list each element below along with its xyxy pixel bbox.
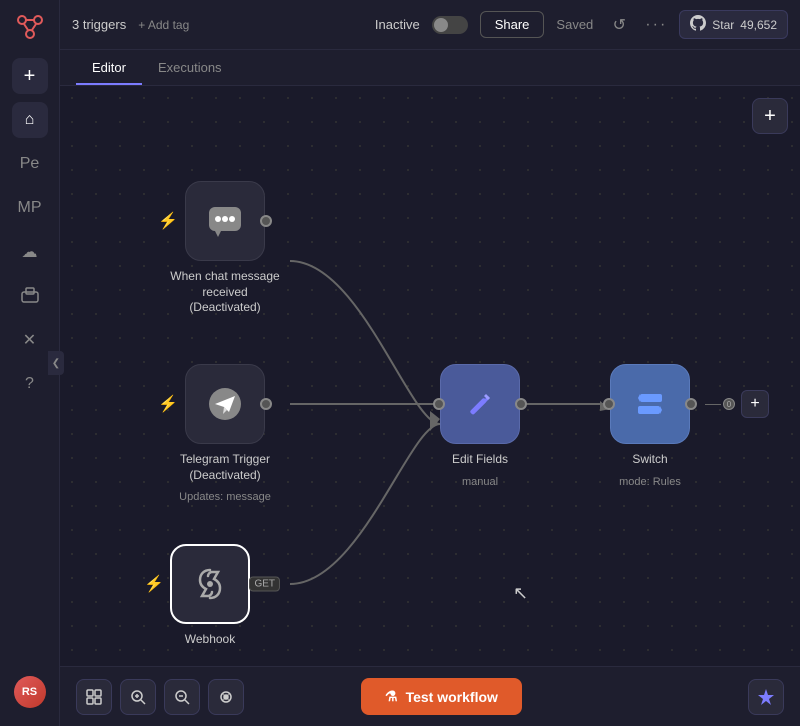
switch-left-connector[interactable] — [603, 398, 615, 410]
active-toggle[interactable] — [432, 16, 468, 34]
header: 3 triggers + Add tag Inactive Share Save… — [60, 0, 800, 50]
inactive-label: Inactive — [375, 17, 420, 32]
mp-label: MP — [18, 199, 42, 217]
add-workflow-button[interactable]: + — [12, 58, 48, 94]
switch-add-output-button[interactable]: + — [741, 390, 769, 418]
bottom-toolbar: ⚗ Test workflow — [60, 666, 800, 726]
add-tag-button[interactable]: + Add tag — [138, 18, 189, 32]
switch-node[interactable]: 0 + Switch mode: Rules — [610, 364, 690, 488]
share-button[interactable]: Share — [480, 11, 545, 38]
edit-fields-right-connector[interactable] — [515, 398, 527, 410]
tabbar: Editor Executions — [60, 50, 800, 86]
edit-fields-left-connector[interactable] — [433, 398, 445, 410]
more-options-button[interactable]: ··· — [645, 16, 667, 34]
edit-fields-node-label: Edit Fields — [452, 452, 508, 468]
sidebar-item-integrations[interactable]: ✕ — [12, 322, 48, 358]
chat-right-connector[interactable] — [260, 215, 272, 227]
telegram-node[interactable]: ⚡ Telegram Trigger (Deactivated) Updates… — [170, 364, 280, 503]
canvas-add-node-button[interactable]: + — [752, 98, 788, 134]
sidebar-item-mp[interactable]: MP — [12, 190, 48, 226]
fit-view-button[interactable] — [76, 679, 112, 715]
switch-node-label: Switch — [632, 452, 667, 468]
debug-button[interactable] — [208, 679, 244, 715]
triggers-count: 3 triggers — [72, 17, 126, 32]
toggle-knob — [434, 18, 448, 32]
github-icon — [690, 15, 706, 34]
saved-status: Saved — [556, 17, 593, 32]
test-workflow-label: Test workflow — [406, 689, 498, 705]
star-label: Star — [712, 18, 734, 32]
tab-executions[interactable]: Executions — [142, 52, 238, 85]
star-button[interactable]: Star 49,652 — [679, 10, 788, 39]
tab-editor[interactable]: Editor — [76, 52, 142, 85]
avatar[interactable]: RS — [14, 676, 46, 708]
webhook-node[interactable]: ⚡ GET Webhook — [170, 544, 250, 648]
zoom-in-button[interactable] — [120, 679, 156, 715]
switch-node-sublabel: mode: Rules — [619, 476, 681, 488]
chat-node[interactable]: ⚡ When chat message received (Deactivate… — [170, 181, 280, 316]
flask-icon: ⚗ — [385, 688, 398, 705]
sidebar-collapse-button[interactable]: ❮ — [48, 351, 64, 375]
sidebar-item-home[interactable]: ⌂ — [12, 102, 48, 138]
person-label: Pe — [20, 155, 40, 173]
telegram-trigger-icon: ⚡ — [158, 394, 178, 414]
zoom-out-button[interactable] — [164, 679, 200, 715]
sidebar-item-help[interactable]: ? — [12, 366, 48, 402]
star-count: 49,652 — [740, 18, 777, 32]
history-button[interactable]: ↺ — [605, 11, 633, 39]
chat-trigger-icon: ⚡ — [158, 211, 178, 231]
main-area: 3 triggers + Add tag Inactive Share Save… — [60, 0, 800, 726]
switch-right-connector[interactable] — [685, 398, 697, 410]
assistant-button[interactable] — [748, 679, 784, 715]
telegram-node-sublabel: Updates: message — [179, 491, 271, 503]
webhook-node-box[interactable]: ⚡ GET — [170, 544, 250, 624]
chat-node-label: When chat message received (Deactivated) — [170, 269, 280, 316]
telegram-right-connector[interactable] — [260, 398, 272, 410]
edit-fields-node[interactable]: Edit Fields manual — [440, 364, 520, 488]
sidebar-item-cloud[interactable]: ☁ — [12, 234, 48, 270]
chat-node-box[interactable]: ⚡ — [185, 181, 265, 261]
cursor: ↖ — [513, 583, 528, 604]
webhook-get-badge: GET — [249, 577, 280, 592]
sidebar-item-team[interactable] — [12, 278, 48, 314]
workflow-canvas[interactable]: + ⚡ When chat message received (Deactiva… — [60, 86, 800, 666]
switch-node-box[interactable]: 0 + — [610, 364, 690, 444]
logo[interactable] — [12, 10, 48, 46]
telegram-node-box[interactable]: ⚡ — [185, 364, 265, 444]
edit-fields-node-sublabel: manual — [462, 476, 498, 488]
test-workflow-button[interactable]: ⚗ Test workflow — [361, 678, 522, 715]
telegram-node-label: Telegram Trigger (Deactivated) — [170, 452, 280, 483]
edit-fields-node-box[interactable] — [440, 364, 520, 444]
sidebar-item-person[interactable]: Pe — [12, 146, 48, 182]
webhook-trigger-icon: ⚡ — [144, 574, 164, 594]
webhook-node-label: Webhook — [185, 632, 235, 648]
